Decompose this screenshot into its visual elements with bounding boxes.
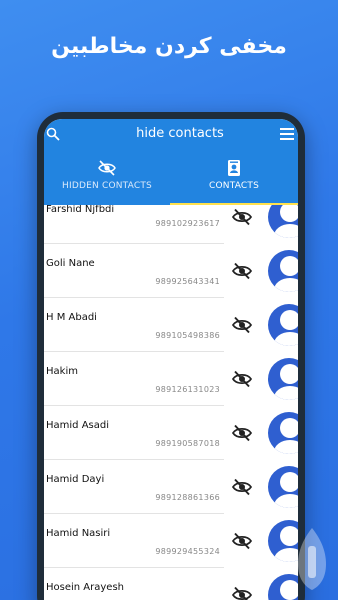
store-logo-icon: [298, 528, 326, 590]
hide-eye-icon[interactable]: [232, 370, 252, 388]
hide-eye-icon[interactable]: [232, 424, 252, 442]
list-item[interactable]: Goli Nane 989925643341: [44, 245, 298, 299]
contact-name: Hamid Nasiri: [46, 528, 111, 539]
app-bar: hide contacts HIDDEN CONTACTS CONTACTS: [44, 119, 298, 205]
app-screen: hide contacts HIDDEN CONTACTS CONTACTS F…: [44, 119, 298, 600]
list-item[interactable]: Hamid Nasiri 989929455324: [44, 515, 298, 569]
contact-name: H M Abadi: [46, 312, 97, 323]
contact-name: Hamid Asadi: [46, 420, 109, 431]
avatar: [268, 358, 298, 400]
hide-eye-icon[interactable]: [232, 532, 252, 550]
avatar: [268, 205, 298, 238]
contact-phone: 989102923617: [155, 219, 220, 228]
list-item[interactable]: Farshid Njfbdi 989102923617: [44, 205, 298, 245]
hide-eye-icon[interactable]: [232, 478, 252, 496]
contact-name: Hakim: [46, 366, 78, 377]
contact-card[interactable]: Hamid Dayi 989128861366: [44, 461, 224, 514]
list-item[interactable]: Hamid Dayi 989128861366: [44, 461, 298, 515]
contact-phone: 989925643341: [155, 277, 220, 286]
contact-phone: 989105498386: [155, 331, 220, 340]
hide-eye-icon[interactable]: [232, 262, 252, 280]
tab-hidden-contacts-label: HIDDEN CONTACTS: [62, 181, 152, 191]
avatar: [268, 466, 298, 508]
contact-phone: 989929455324: [155, 547, 220, 556]
tab-contacts-label: CONTACTS: [209, 181, 259, 191]
list-item[interactable]: H M Abadi 989105498386: [44, 299, 298, 353]
contact-phone: 989126131023: [155, 385, 220, 394]
contact-list[interactable]: Farshid Njfbdi 989102923617 Goli Nane 98…: [44, 205, 298, 600]
list-item[interactable]: Hakim 989126131023: [44, 353, 298, 407]
contact-card[interactable]: H M Abadi 989105498386: [44, 299, 224, 352]
hide-eye-icon[interactable]: [232, 316, 252, 334]
contact-name: Hosein Arayesh: [46, 582, 124, 593]
app-title: hide contacts: [136, 126, 224, 141]
avatar: [268, 250, 298, 292]
contact-card[interactable]: Hosein Arayesh: [44, 569, 224, 600]
contact-card[interactable]: Goli Nane 989925643341: [44, 245, 224, 298]
tab-hidden-contacts[interactable]: HIDDEN CONTACTS: [44, 159, 170, 205]
hide-eye-icon[interactable]: [232, 586, 252, 600]
tab-contacts[interactable]: CONTACTS: [170, 159, 298, 205]
contact-name: Goli Nane: [46, 258, 95, 269]
contact-card[interactable]: Farshid Njfbdi 989102923617: [44, 205, 224, 244]
contact-name: Farshid Njfbdi: [46, 205, 115, 215]
contact-card-icon: [228, 160, 240, 176]
contact-card[interactable]: Hamid Asadi 989190587018: [44, 407, 224, 460]
eye-off-icon: [98, 160, 116, 176]
contact-phone: 989190587018: [155, 439, 220, 448]
hide-eye-icon[interactable]: [232, 208, 252, 226]
contact-phone: 989128861366: [155, 493, 220, 502]
avatar: [268, 304, 298, 346]
contact-card[interactable]: Hakim 989126131023: [44, 353, 224, 406]
contact-name: Hamid Dayi: [46, 474, 105, 485]
promo-title: مخفی کردن مخاطبین: [51, 34, 287, 59]
list-item[interactable]: Hosein Arayesh: [44, 569, 298, 600]
list-item[interactable]: Hamid Asadi 989190587018: [44, 407, 298, 461]
contact-card[interactable]: Hamid Nasiri 989929455324: [44, 515, 224, 568]
avatar: [268, 412, 298, 454]
menu-icon[interactable]: [280, 128, 294, 140]
